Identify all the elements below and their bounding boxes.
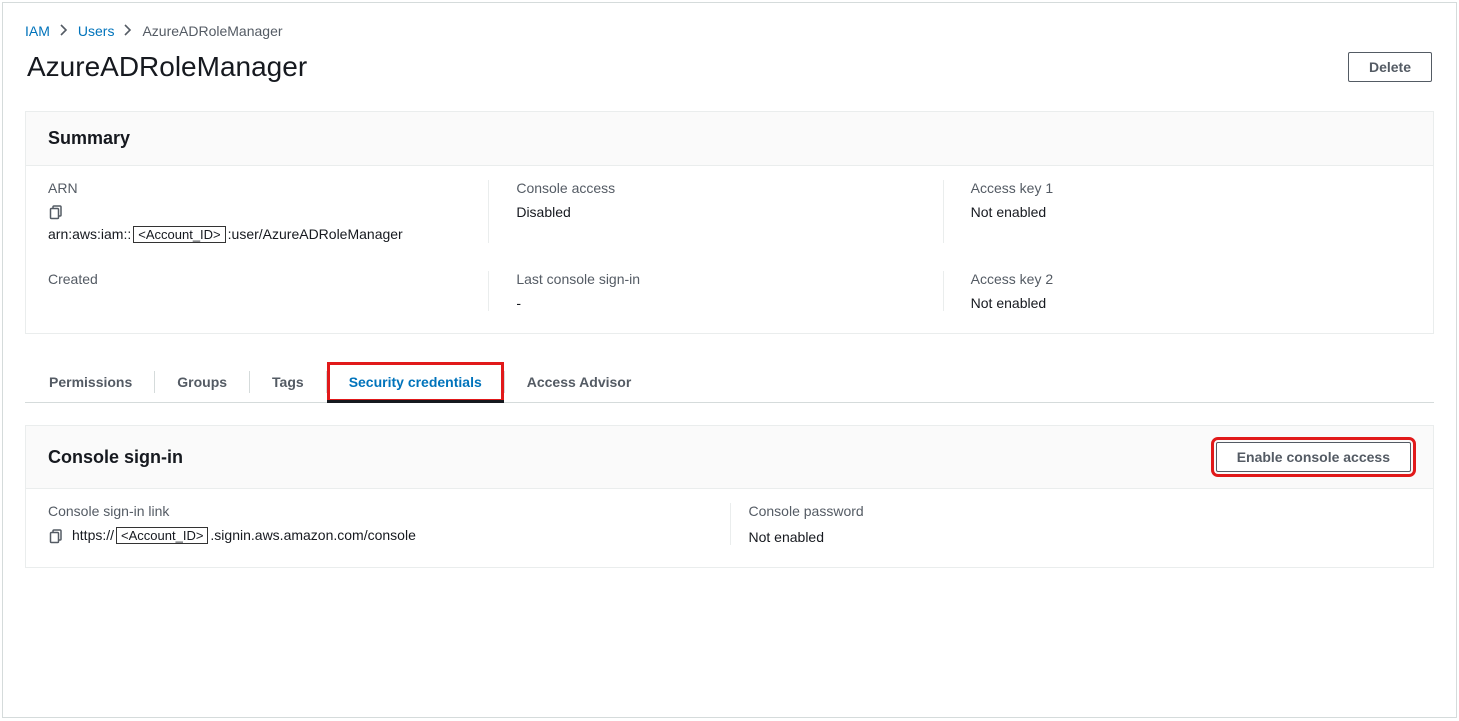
arn-suffix: :user/AzureADRoleManager — [228, 226, 403, 242]
copy-icon[interactable] — [48, 528, 64, 544]
enable-console-access-button[interactable]: Enable console access — [1216, 442, 1411, 472]
arn-label: ARN — [48, 180, 482, 196]
summary-created: Created — [48, 271, 502, 311]
console-signin-link-section: Console sign-in link https:// <Account_I… — [48, 503, 730, 545]
link-prefix: https:// — [72, 527, 114, 543]
access-key-1-label: Access key 1 — [971, 180, 1391, 196]
link-account-placeholder: <Account_ID> — [116, 527, 208, 544]
console-password-value: Not enabled — [749, 529, 1412, 545]
created-label: Created — [48, 271, 482, 287]
access-key-1-value: Not enabled — [971, 204, 1391, 220]
tab-permissions[interactable]: Permissions — [27, 362, 154, 402]
page-title: AzureADRoleManager — [27, 51, 307, 83]
summary-arn: ARN arn:aws:iam:: <Account_ID> :user/Azu… — [48, 180, 502, 243]
access-key-2-label: Access key 2 — [971, 271, 1391, 287]
tabs: Permissions Groups Tags Security credent… — [25, 362, 1434, 403]
access-key-2-value: Not enabled — [971, 295, 1391, 311]
copy-icon[interactable] — [48, 204, 64, 220]
tab-groups[interactable]: Groups — [155, 362, 249, 402]
page-container: IAM Users AzureADRoleManager AzureADRole… — [2, 2, 1457, 718]
summary-body: ARN arn:aws:iam:: <Account_ID> :user/Azu… — [26, 166, 1433, 333]
breadcrumb-root[interactable]: IAM — [25, 23, 50, 39]
last-signin-label: Last console sign-in — [516, 271, 936, 287]
console-signin-link-value: https:// <Account_ID> .signin.aws.amazon… — [72, 527, 416, 544]
console-signin-body: Console sign-in link https:// <Account_I… — [26, 489, 1433, 567]
link-suffix: .signin.aws.amazon.com/console — [210, 527, 415, 543]
console-signin-header: Console sign-in Enable console access — [26, 426, 1433, 489]
tab-tags[interactable]: Tags — [250, 362, 326, 402]
console-access-value: Disabled — [516, 204, 936, 220]
tab-access-advisor[interactable]: Access Advisor — [505, 362, 654, 402]
tab-security-credentials[interactable]: Security credentials — [327, 362, 504, 402]
title-row: AzureADRoleManager Delete — [25, 51, 1434, 83]
summary-panel: Summary ARN arn:aws:iam:: <Account_ID> :… — [25, 111, 1434, 334]
arn-value: arn:aws:iam:: <Account_ID> :user/AzureAD… — [48, 226, 482, 243]
console-password-label: Console password — [749, 503, 1412, 519]
arn-prefix: arn:aws:iam:: — [48, 226, 131, 242]
breadcrumb-current: AzureADRoleManager — [142, 23, 282, 39]
breadcrumb: IAM Users AzureADRoleManager — [25, 23, 1434, 39]
console-signin-title: Console sign-in — [48, 447, 183, 468]
summary-last-signin: Last console sign-in - — [502, 271, 956, 311]
console-signin-panel: Console sign-in Enable console access Co… — [25, 425, 1434, 568]
summary-access-key-1: Access key 1 Not enabled — [957, 180, 1411, 243]
delete-button[interactable]: Delete — [1348, 52, 1432, 82]
chevron-right-icon — [124, 24, 132, 39]
summary-console-access: Console access Disabled — [502, 180, 956, 243]
summary-header: Summary — [26, 112, 1433, 166]
last-signin-value: - — [516, 295, 936, 311]
console-signin-link-label: Console sign-in link — [48, 503, 730, 519]
console-access-label: Console access — [516, 180, 936, 196]
arn-account-placeholder: <Account_ID> — [133, 226, 225, 243]
summary-title: Summary — [48, 128, 130, 149]
chevron-right-icon — [60, 24, 68, 39]
console-password-section: Console password Not enabled — [730, 503, 1412, 545]
summary-access-key-2: Access key 2 Not enabled — [957, 271, 1411, 311]
breadcrumb-users[interactable]: Users — [78, 23, 115, 39]
